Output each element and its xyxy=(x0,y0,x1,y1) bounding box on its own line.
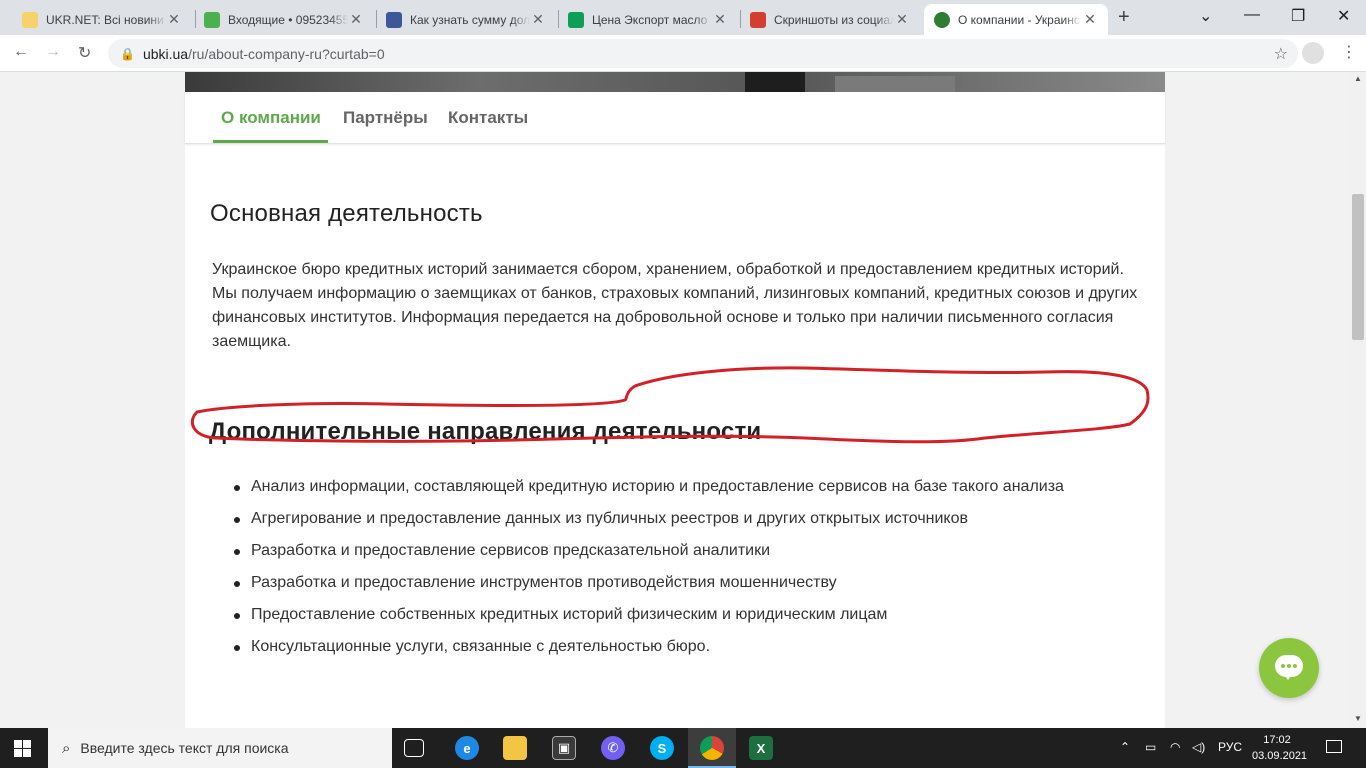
list-item: Агрегирование и предоставление данных из… xyxy=(234,507,1151,539)
search-placeholder: Введите здесь текст для поиска xyxy=(80,740,289,756)
wifi-icon[interactable]: ◠ xyxy=(1170,740,1180,754)
browser-tab-ukrnet[interactable]: UKR.NET: Всі новини Ук ✕ xyxy=(12,4,192,35)
browser-tab-strip: UKR.NET: Всі новини Ук ✕ Входящие • 0952… xyxy=(0,0,1366,35)
windows-taskbar: ⌕ Введите здесь текст для поиска e ▣ ✆ S… xyxy=(0,728,1366,768)
language-indicator[interactable]: РУС xyxy=(1218,740,1242,754)
mail-favicon-icon xyxy=(204,11,220,28)
banner-decoration xyxy=(835,76,955,92)
browser-tab-ubki[interactable]: О компании - Украинс ✕ xyxy=(924,4,1108,35)
close-tab-icon[interactable]: ✕ xyxy=(348,11,364,28)
clock-date: 03.09.2021 xyxy=(1252,750,1308,762)
forward-arrow-icon[interactable]: → xyxy=(45,43,61,61)
page-viewport: О компании Партнёры Контакты Основная де… xyxy=(0,72,1350,728)
tab-about-company[interactable]: О компании xyxy=(221,108,321,128)
chat-bubble-tail xyxy=(1283,673,1293,680)
heading-main-activity: Основная деятельность xyxy=(210,200,483,227)
browser-toolbar: ← → ↻ 🔒 ubki.ua/ru/about-company-ru?curt… xyxy=(0,35,1366,72)
close-tab-icon[interactable]: ✕ xyxy=(712,11,728,28)
close-tab-icon[interactable]: ✕ xyxy=(166,11,182,28)
chat-dot xyxy=(1281,664,1285,668)
excel-icon[interactable]: X xyxy=(749,736,773,760)
ukrnet-favicon-icon xyxy=(22,11,38,28)
close-tab-icon[interactable]: ✕ xyxy=(894,11,910,28)
file-explorer-icon[interactable] xyxy=(503,736,527,760)
list-item: Анализ информации, составляющей кредитну… xyxy=(234,475,1151,507)
scroll-down-icon[interactable]: ▼ xyxy=(1354,714,1362,723)
browser-tab-title: Как узнать сумму долга xyxy=(410,12,530,27)
ubki-favicon-icon xyxy=(934,11,950,28)
article-favicon-icon xyxy=(386,11,402,28)
activity-list: Анализ информации, составляющей кредитну… xyxy=(234,475,1151,667)
task-view-icon[interactable] xyxy=(404,739,424,757)
reload-icon[interactable]: ↻ xyxy=(78,43,91,63)
chat-dot xyxy=(1293,664,1297,668)
bookmark-star-icon[interactable]: ☆ xyxy=(1274,44,1288,64)
header-banner-image xyxy=(185,72,1165,92)
screenshot-favicon-icon xyxy=(750,11,766,28)
url-host: ubki.ua xyxy=(142,45,189,62)
active-tab-indicator xyxy=(213,140,328,143)
volume-icon[interactable]: ◁) xyxy=(1192,740,1205,754)
browser-tab-screenshots[interactable]: Скриншоты из социаль ✕ xyxy=(740,4,920,35)
sheets-favicon-icon xyxy=(568,11,584,28)
list-item: Разработка и предоставление сервисов пре… xyxy=(234,539,1151,571)
browser-tab-inbox[interactable]: Входящие • 0952345582 ✕ xyxy=(194,4,374,35)
chrome-icon[interactable] xyxy=(700,736,724,760)
battery-icon[interactable]: ▭ xyxy=(1145,740,1156,754)
content-card: О компании Партнёры Контакты Основная де… xyxy=(185,72,1165,728)
browser-tab-title: О компании - Украинс xyxy=(958,12,1080,27)
list-item: Разработка и предоставление инструментов… xyxy=(234,571,1151,603)
windows-start-icon[interactable] xyxy=(14,740,31,757)
close-tab-icon[interactable]: ✕ xyxy=(530,11,546,28)
tray-chevron-icon[interactable]: ⌃ xyxy=(1120,740,1130,754)
browser-tab-title: Входящие • 0952345582 xyxy=(228,12,348,27)
address-bar[interactable]: 🔒 ubki.ua/ru/about-company-ru?curtab=0 ☆ xyxy=(108,39,1298,68)
page-scrollbar[interactable]: ▲ ▼ xyxy=(1350,72,1366,728)
chat-button[interactable] xyxy=(1259,638,1319,698)
scroll-up-icon[interactable]: ▲ xyxy=(1354,74,1362,83)
browser-tab-title: Скриншоты из социаль xyxy=(774,12,894,27)
taskbar-clock[interactable]: 17:02 03.09.2021 xyxy=(1252,732,1308,764)
chat-dot xyxy=(1287,664,1291,668)
taskbar-search-box[interactable]: ⌕ Введите здесь текст для поиска xyxy=(48,728,392,768)
page-tabs: О компании Партнёры Контакты xyxy=(185,92,1165,144)
profile-avatar-icon[interactable] xyxy=(1302,42,1324,64)
browser-tab-sheets[interactable]: Цена Экспорт масло ✕ xyxy=(558,4,738,35)
lock-icon[interactable]: 🔒 xyxy=(120,47,135,61)
browser-tab-title: Цена Экспорт масло xyxy=(592,12,708,27)
list-item: Консультационные услуги, связанные с дея… xyxy=(234,635,1151,667)
tab-contacts[interactable]: Контакты xyxy=(448,108,528,128)
store-icon[interactable]: ▣ xyxy=(552,736,576,760)
browser-tab-debt[interactable]: Как узнать сумму долга ✕ xyxy=(376,4,556,35)
tab-search-icon[interactable]: ⌄ xyxy=(1199,6,1212,26)
list-item: Предоставление собственных кредитных ист… xyxy=(234,603,1151,635)
search-icon: ⌕ xyxy=(62,739,71,757)
minimize-icon[interactable]: — xyxy=(1244,6,1260,24)
banner-decoration xyxy=(745,72,805,92)
scrollbar-thumb[interactable] xyxy=(1352,194,1364,340)
back-arrow-icon[interactable]: ← xyxy=(13,43,29,61)
restore-icon[interactable]: ❐ xyxy=(1291,6,1305,26)
menu-kebab-icon[interactable]: ⋮ xyxy=(1341,42,1357,62)
close-window-icon[interactable]: ✕ xyxy=(1337,6,1350,26)
close-tab-icon[interactable]: ✕ xyxy=(1082,11,1098,28)
tab-partners[interactable]: Партнёры xyxy=(343,108,428,128)
heading-additional-activity: Дополнительные направления деятельности xyxy=(209,418,762,445)
skype-icon[interactable]: S xyxy=(650,736,674,760)
browser-tab-title: UKR.NET: Всі новини Ук xyxy=(46,12,166,27)
new-tab-icon[interactable]: + xyxy=(1118,6,1130,29)
notification-center-icon[interactable] xyxy=(1326,740,1342,753)
main-activity-paragraph: Украинское бюро кредитных историй занима… xyxy=(212,261,1138,350)
edge-icon[interactable]: e xyxy=(455,736,479,760)
viber-icon[interactable]: ✆ xyxy=(601,736,625,760)
url-path: /ru/about-company-ru?curtab=0 xyxy=(188,45,385,62)
clock-time: 17:02 xyxy=(1263,734,1291,746)
